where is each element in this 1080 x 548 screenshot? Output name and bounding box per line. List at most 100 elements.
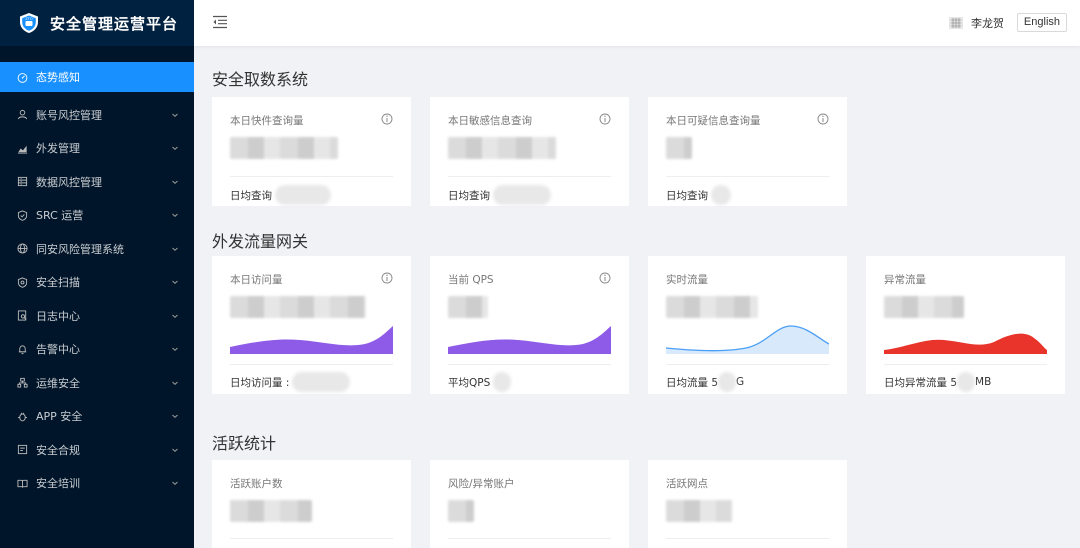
card-label: 本日访问量 — [230, 274, 283, 286]
card-label: 风险/异常账户 — [448, 478, 515, 490]
metric-value-redacted — [448, 296, 488, 318]
qps-area-sparkline — [448, 326, 611, 354]
footer-label: 日均查询 — [230, 189, 272, 202]
sidebar-item-alert-center[interactable]: 告警中心 — [0, 333, 194, 367]
footer-unit: G — [736, 376, 745, 388]
bell-icon — [16, 343, 28, 355]
sidebar-item-label: APP 安全 — [36, 410, 83, 424]
sidebar-item-security-scan[interactable]: 安全扫描 — [0, 266, 194, 300]
bug-icon — [16, 410, 28, 422]
card-label: 活跃网点 — [666, 478, 708, 490]
chevron-down-icon — [172, 314, 178, 318]
menu-fold-icon[interactable] — [212, 15, 228, 29]
metric-card-abnormal-traffic[interactable]: 异常流量 日均异常流量 5 MB — [866, 256, 1065, 394]
card-footer: 日均异常流量 5 MB — [884, 372, 991, 392]
cluster-icon — [16, 377, 28, 389]
sidebar-item-src[interactable]: SRC 运营 — [0, 199, 194, 233]
section-title-data-system: 安全取数系统 — [212, 70, 309, 89]
footer-label: 日均访问量 : — [230, 376, 290, 389]
footer-value-redacted — [493, 372, 512, 392]
card-label: 实时流量 — [666, 274, 708, 286]
info-icon[interactable] — [381, 113, 393, 125]
sidebar-item-training[interactable]: 安全培训 — [0, 467, 194, 501]
metric-card-risk-accounts[interactable]: 风险/异常账户 — [430, 460, 629, 548]
sidebar-item-label: 数据风控管理 — [36, 175, 102, 189]
card-label: 本日敏感信息查询 — [448, 115, 532, 127]
divider — [230, 364, 393, 365]
user-icon — [16, 109, 28, 121]
sidebar-item-ops-security[interactable]: 运维安全 — [0, 366, 194, 400]
avatar — [949, 17, 963, 29]
metric-value-redacted — [230, 500, 312, 522]
sidebar-item-data-risk[interactable]: 数据风控管理 — [0, 165, 194, 199]
dashboard-icon — [16, 71, 28, 83]
svg-text:ZTO: ZTO — [25, 17, 33, 21]
chevron-down-icon — [172, 247, 178, 251]
divider — [666, 176, 829, 177]
card-label: 异常流量 — [884, 274, 926, 286]
info-icon[interactable] — [599, 272, 611, 284]
sidebar-item-app-security[interactable]: APP 安全 — [0, 400, 194, 434]
sidebar-item-label: 安全扫描 — [36, 276, 80, 290]
footer-value-redacted — [275, 185, 331, 205]
info-icon[interactable] — [599, 113, 611, 125]
read-icon — [16, 477, 28, 489]
footer-unit: MB — [975, 376, 992, 388]
sidebar-item-label: 外发管理 — [36, 142, 80, 156]
visits-area-sparkline — [230, 326, 393, 354]
footer-value-redacted — [957, 372, 976, 392]
sidebar-item-label: 账号风控管理 — [36, 108, 102, 122]
sidebar-item-outbound[interactable]: 外发管理 — [0, 132, 194, 166]
info-icon[interactable] — [817, 113, 829, 125]
metric-card-daily-visits[interactable]: 本日访问量 日均访问量 : — [212, 256, 411, 394]
footer-label: 日均流量 5 — [666, 376, 719, 389]
sidebar-item-tongan-risk[interactable]: 同安风险管理系统 — [0, 232, 194, 266]
language-switch-button[interactable]: English — [1016, 13, 1067, 32]
user-name: 李龙贺 — [971, 17, 1004, 30]
sidebar-item-situation[interactable]: 态势感知 — [0, 62, 194, 92]
metric-card-realtime-traffic[interactable]: 实时流量 日均流量 5 G — [648, 256, 847, 394]
top-header: 李龙贺 English — [194, 0, 1080, 46]
app-title: 安全管理运营平台 — [50, 14, 179, 33]
metric-value-redacted — [884, 296, 964, 318]
metric-value-redacted — [666, 500, 732, 522]
file-search-icon — [16, 310, 28, 322]
footer-value-redacted — [711, 185, 731, 205]
chevron-down-icon — [172, 213, 178, 218]
card-footer: 日均查询 — [230, 185, 331, 205]
divider — [230, 538, 393, 539]
chevron-down-icon — [172, 146, 178, 151]
footer-value-redacted — [718, 372, 737, 392]
metric-card-sensitive-query[interactable]: 本日敏感信息查询 日均查询 — [430, 97, 629, 206]
metric-card-express-query[interactable]: 本日快件查询量 日均查询 — [212, 97, 411, 206]
metric-value-redacted — [448, 500, 474, 522]
divider — [448, 364, 611, 365]
user-menu[interactable]: 李龙贺 — [948, 15, 1004, 31]
sidebar-item-label: 安全培训 — [36, 477, 80, 491]
area-chart-icon — [16, 142, 28, 154]
chevron-down-icon — [172, 448, 178, 452]
metric-card-active-accounts[interactable]: 活跃账户数 — [212, 460, 411, 548]
card-label: 当前 QPS — [448, 274, 494, 286]
card-footer: 平均QPS — [448, 372, 512, 392]
global-icon — [16, 243, 28, 255]
card-footer: 日均查询 — [666, 185, 731, 205]
info-icon[interactable] — [381, 272, 393, 284]
metric-card-suspicious-query[interactable]: 本日可疑信息查询量 日均查询 — [648, 97, 847, 206]
shield-check-icon — [16, 209, 28, 221]
sidebar-item-label: 安全合规 — [36, 443, 80, 457]
footer-label: 日均查询 — [448, 189, 490, 202]
section-title-active-stats: 活跃统计 — [212, 434, 277, 453]
chevron-down-icon — [172, 481, 178, 486]
brand[interactable]: ZTO 安全管理运营平台 — [0, 0, 194, 46]
sidebar-item-log-center[interactable]: 日志中心 — [0, 299, 194, 333]
sidebar-item-compliance[interactable]: 安全合规 — [0, 433, 194, 467]
metric-value-redacted — [230, 137, 338, 159]
section-title-outbound-gateway: 外发流量网关 — [212, 232, 309, 251]
card-label: 活跃账户数 — [230, 478, 283, 490]
sidebar-item-account-risk[interactable]: 账号风控管理 — [0, 98, 194, 132]
metric-card-active-outlets[interactable]: 活跃网点 — [648, 460, 847, 548]
audit-icon — [16, 444, 28, 456]
metric-card-current-qps[interactable]: 当前 QPS 平均QPS — [430, 256, 629, 394]
chevron-down-icon — [172, 347, 178, 352]
